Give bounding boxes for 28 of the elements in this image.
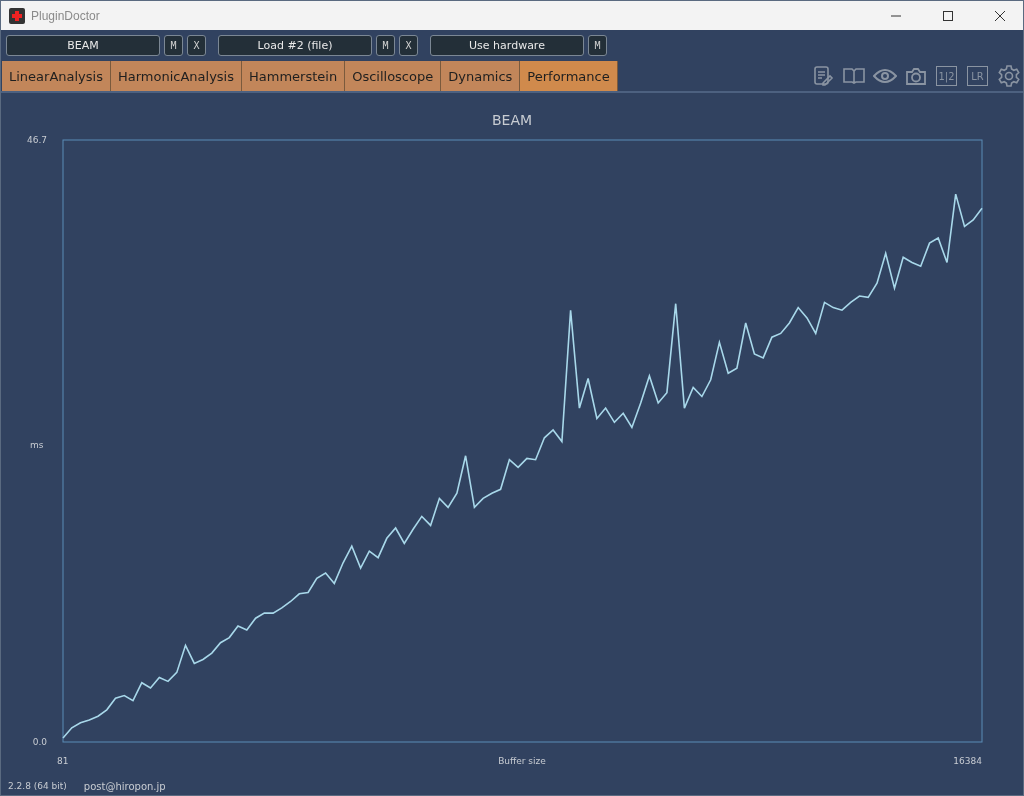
plugin-slot-field[interactable]: Load #2 (file) bbox=[218, 35, 372, 56]
slot-option-button[interactable]: M bbox=[164, 35, 183, 56]
analysis-tab[interactable]: Oscilloscope bbox=[345, 61, 442, 91]
maximize-icon[interactable] bbox=[943, 10, 953, 21]
close-icon[interactable] bbox=[995, 10, 1005, 21]
slot-option-button[interactable]: X bbox=[399, 35, 418, 56]
y-axis-label: ms bbox=[30, 440, 44, 450]
plugin-slot-field[interactable]: BEAM bbox=[6, 35, 160, 56]
x-tick-label: 81 bbox=[57, 756, 69, 766]
slot-option-button[interactable]: M bbox=[376, 35, 395, 56]
y-tick-label: 0.0 bbox=[32, 737, 47, 747]
y-tick-label: 46.7 bbox=[26, 135, 47, 145]
slot-option-button[interactable]: M bbox=[588, 35, 607, 56]
slot-option-button[interactable]: X bbox=[187, 35, 206, 56]
analysis-tab[interactable]: Dynamics bbox=[441, 61, 521, 91]
plugin-slot-field[interactable]: Use hardware bbox=[430, 35, 584, 56]
window-title: PluginDoctor bbox=[31, 8, 101, 23]
analysis-tab[interactable]: Performance bbox=[520, 61, 618, 91]
analysis-tab[interactable]: Hammerstein bbox=[242, 61, 346, 91]
analysis-tab[interactable]: HarmonicAnalysis bbox=[110, 61, 242, 91]
email-label: post@hiropon.jp bbox=[83, 780, 166, 792]
app-logo-icon bbox=[9, 7, 25, 24]
chart-title: BEAM bbox=[491, 112, 533, 128]
version-label: 2.2.8 (64 bit) bbox=[8, 781, 67, 791]
x-axis-label: Buffer size bbox=[498, 756, 546, 766]
analysis-tab[interactable]: LinearAnalysis bbox=[2, 61, 111, 91]
x-tick-label: 16384 bbox=[953, 756, 982, 766]
settings-icon[interactable] bbox=[996, 64, 1021, 88]
